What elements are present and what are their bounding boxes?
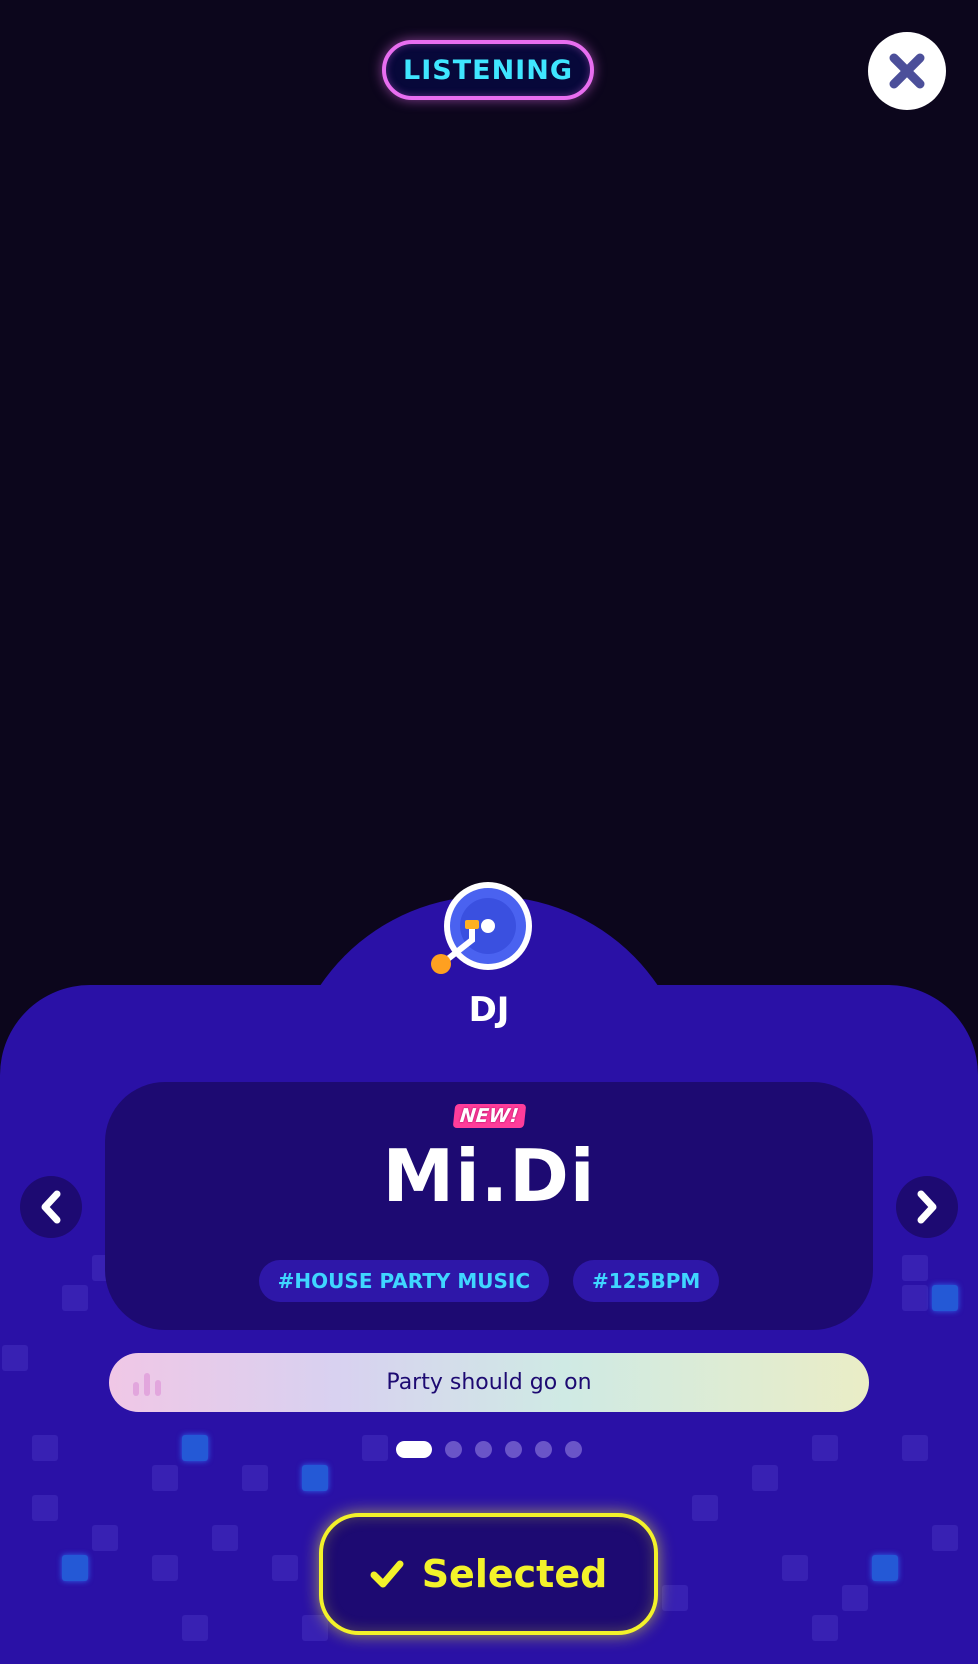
selected-button[interactable]: Selected xyxy=(319,1513,658,1635)
page-dot[interactable] xyxy=(535,1440,552,1458)
equalizer-bars-icon xyxy=(133,1373,161,1396)
song-tags: #HOUSE PARTY MUSIC #125BPM xyxy=(105,1260,873,1302)
check-icon xyxy=(370,1560,404,1588)
song-title: Mi.Di xyxy=(382,1134,596,1218)
track-name: Party should go on xyxy=(386,1370,592,1395)
previous-button[interactable] xyxy=(20,1176,82,1238)
listening-mode-badge[interactable]: LISTENING xyxy=(382,40,594,100)
page-dot[interactable] xyxy=(475,1440,492,1458)
close-icon xyxy=(889,53,925,89)
chevron-left-icon xyxy=(41,1190,61,1224)
now-playing-bar[interactable]: Party should go on xyxy=(109,1353,869,1412)
chevron-right-icon xyxy=(917,1190,937,1224)
page-indicator xyxy=(396,1440,582,1458)
next-button[interactable] xyxy=(896,1176,958,1238)
close-button[interactable] xyxy=(868,32,946,110)
turntable-icon xyxy=(431,882,532,974)
bpm-tag: #125BPM xyxy=(573,1260,720,1302)
genre-tag: #HOUSE PARTY MUSIC xyxy=(258,1260,549,1302)
category-label: DJ xyxy=(468,990,510,1030)
mode-badge-label: LISTENING xyxy=(403,54,573,86)
page-dot[interactable] xyxy=(505,1440,522,1458)
page-dot[interactable] xyxy=(445,1440,462,1458)
new-tag: NEW! xyxy=(105,1104,873,1128)
song-card[interactable]: NEW! Mi.Di #HOUSE PARTY MUSIC #125BPM xyxy=(105,1082,873,1330)
page-dot-active[interactable] xyxy=(396,1440,432,1458)
page-dot[interactable] xyxy=(565,1440,582,1458)
selected-label: Selected xyxy=(421,1552,608,1596)
